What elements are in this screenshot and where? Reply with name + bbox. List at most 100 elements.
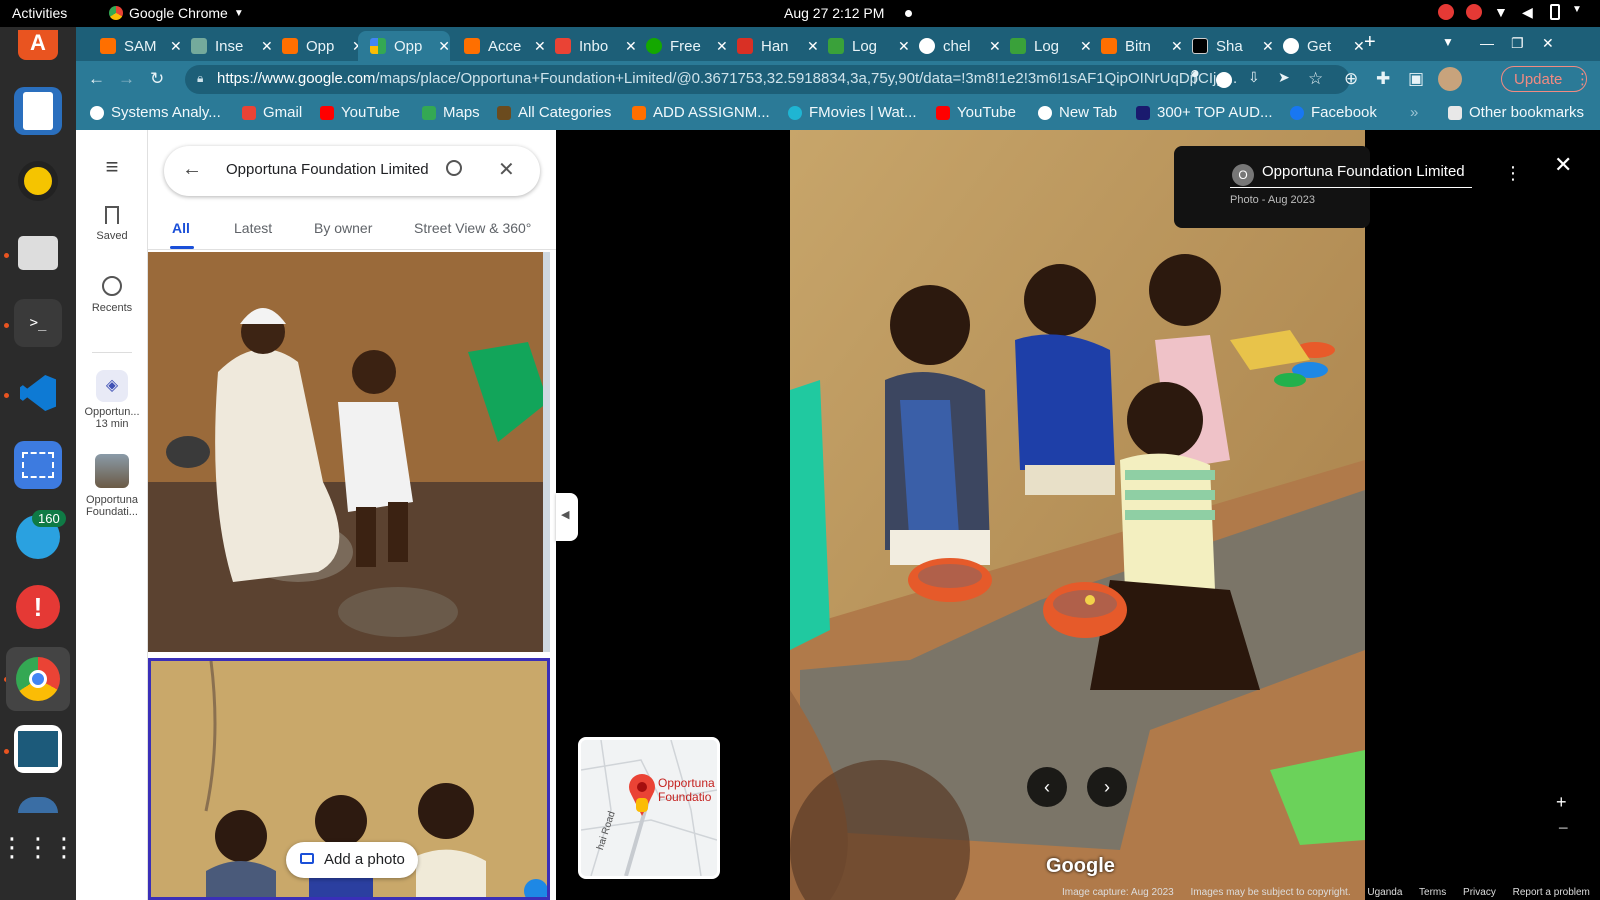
bookmark-item[interactable]: Maps xyxy=(422,104,480,121)
bookmark-item[interactable]: New Tab xyxy=(1038,104,1117,121)
report-problem-link[interactable]: Report a problem xyxy=(1513,887,1590,898)
browser-tab[interactable]: Free ✕ xyxy=(634,31,728,61)
show-apps-icon[interactable]: ⋮⋮⋮ xyxy=(0,823,77,871)
side-panel-icon[interactable]: ▣ xyxy=(1408,69,1424,89)
back-button[interactable]: ← xyxy=(88,69,105,89)
search-input[interactable]: Opportuna Foundation Limited xyxy=(226,161,429,178)
photo-thumbnail[interactable] xyxy=(148,252,550,652)
close-viewer-button[interactable]: ✕ xyxy=(1554,152,1572,178)
browser-tab[interactable]: Sha ✕ xyxy=(1180,31,1274,61)
extensions-icon[interactable]: ✚ xyxy=(1376,69,1390,89)
browser-tab[interactable]: Log ✕ xyxy=(816,31,910,61)
bookmark-item[interactable]: YouTube xyxy=(320,104,400,121)
app-menu[interactable]: Google Chrome ▼ xyxy=(109,5,244,21)
copyright-notice: Images may be subject to copyright. xyxy=(1190,887,1351,898)
bookmark-item[interactable]: FMovies | Wat... xyxy=(788,104,917,121)
restore-button[interactable]: ❐ xyxy=(1511,35,1524,52)
bookmark-item[interactable]: All Categories xyxy=(497,104,611,121)
other-bookmarks[interactable]: Other bookmarks xyxy=(1448,104,1584,121)
close-icon[interactable]: ✕ xyxy=(1353,38,1365,55)
partial-app-icon[interactable] xyxy=(14,797,62,813)
hamburger-menu-icon[interactable]: ≡ xyxy=(76,154,148,180)
software-center-icon[interactable]: A xyxy=(14,27,62,63)
tab-title: SAM xyxy=(124,37,157,55)
screenshot-icon[interactable] xyxy=(14,441,62,489)
recent-place-photo[interactable]: Opportuna Foundati... xyxy=(76,454,148,518)
collapse-panel-button[interactable]: ◀ xyxy=(556,493,578,541)
browser-tab[interactable]: Acce ✕ xyxy=(452,31,546,61)
bookmark-star-icon[interactable]: ☆ xyxy=(1308,69,1323,89)
google-lens-icon[interactable] xyxy=(1216,72,1232,88)
recents-button[interactable]: Recents xyxy=(76,276,148,314)
next-photo-button[interactable]: › xyxy=(1087,767,1127,807)
bookmark-item[interactable]: Systems Analy... xyxy=(90,104,221,121)
search-box[interactable]: ← Opportuna Foundation Limited ✕ xyxy=(164,146,540,196)
browser-tab[interactable]: chel ✕ xyxy=(907,31,1001,61)
region-label[interactable]: Uganda xyxy=(1367,887,1402,898)
place-name-link[interactable]: Opportuna Foundation Limited xyxy=(1262,163,1465,180)
bookmark-item[interactable]: Facebook xyxy=(1290,104,1377,121)
browser-tab[interactable]: Opp✕ xyxy=(270,31,364,61)
more-options-icon[interactable]: ⋮ xyxy=(1504,163,1522,184)
tab-all[interactable]: All xyxy=(172,220,190,236)
browser-tab[interactable]: Inbo ✕ xyxy=(543,31,637,61)
privacy-link[interactable]: Privacy xyxy=(1463,887,1496,898)
photo-viewer[interactable] xyxy=(790,130,1365,900)
bookmark-item[interactable]: YouTube xyxy=(936,104,1016,121)
tab-search-chevron-icon[interactable]: ▼ xyxy=(1442,35,1454,49)
tab-latest[interactable]: Latest xyxy=(234,220,272,236)
overflow-chevron-icon[interactable]: » xyxy=(1410,104,1418,121)
profile-avatar[interactable] xyxy=(1438,67,1462,91)
minimize-button[interactable]: — xyxy=(1480,35,1494,51)
location-pin-icon[interactable]: 📍︎ xyxy=(1186,69,1204,86)
recent-place-directions[interactable]: ◈ Opportun... 13 min xyxy=(76,370,148,430)
owner-avatar[interactable]: O xyxy=(1232,164,1254,186)
address-bar[interactable]: 🔒︎ https://www.google.com/maps/place/Opp… xyxy=(185,65,1350,94)
translate-icon[interactable]: ⊕ xyxy=(1344,69,1358,89)
minimap[interactable]: Opportuna Foundatio hai Road xyxy=(578,737,720,879)
vscode-icon[interactable] xyxy=(14,369,62,417)
bookmark-label: 300+ TOP AUD... xyxy=(1157,104,1273,121)
text-editor-icon[interactable] xyxy=(14,87,62,135)
zoom-in-button[interactable]: + xyxy=(1556,792,1567,813)
chrome-dock-icon[interactable] xyxy=(6,647,70,711)
saved-button[interactable]: Saved xyxy=(76,206,148,242)
tab-street-view[interactable]: Street View & 360° xyxy=(414,220,531,236)
image-viewer-icon[interactable] xyxy=(14,725,62,773)
browser-tab[interactable]: Inse ✕ xyxy=(179,31,273,61)
browser-tab[interactable]: Get ✕ xyxy=(1271,31,1365,61)
system-tray[interactable]: ▼ ◀ ▼ xyxy=(1438,4,1588,20)
zoom-out-button[interactable]: − xyxy=(1558,818,1569,839)
close-icon[interactable]: ✕ xyxy=(438,38,450,55)
bookmark-item[interactable]: Gmail xyxy=(242,104,302,121)
update-button[interactable]: Update ⋮ xyxy=(1501,66,1590,92)
files-icon[interactable] xyxy=(14,229,62,277)
tab-by-owner[interactable]: By owner xyxy=(314,220,372,236)
close-window-button[interactable]: ✕ xyxy=(1542,35,1554,52)
browser-tab[interactable]: SAM ✕ xyxy=(88,31,182,61)
search-icon[interactable] xyxy=(446,160,462,176)
terminal-icon[interactable]: >_ xyxy=(14,299,62,347)
share-icon[interactable]: ➤ xyxy=(1278,69,1290,86)
browser-tab-active[interactable]: Opp ✕ xyxy=(358,31,450,61)
back-arrow-icon[interactable]: ← xyxy=(182,158,202,181)
close-icon[interactable]: ✕ xyxy=(498,157,515,182)
reload-button[interactable]: ↻ xyxy=(150,69,164,89)
bookmark-item[interactable]: ADD ASSIGNM... xyxy=(632,104,770,121)
new-tab-button[interactable]: + xyxy=(1364,31,1376,54)
browser-tab[interactable]: Log ✕ xyxy=(998,31,1092,61)
previous-photo-button[interactable]: ‹ xyxy=(1027,767,1067,807)
maps-icon xyxy=(422,105,436,120)
install-icon[interactable]: ⇩ xyxy=(1248,69,1260,86)
clock[interactable]: Aug 27 2:12 PM xyxy=(784,5,884,21)
browser-tab[interactable]: Han ✕ xyxy=(725,31,819,61)
rhythmbox-icon[interactable] xyxy=(14,157,62,205)
activities-button[interactable]: Activities xyxy=(12,5,67,21)
add-photo-button[interactable]: Add a photo xyxy=(286,842,418,878)
forward-button[interactable]: → xyxy=(118,69,135,89)
minimap-canvas xyxy=(581,740,717,876)
browser-tab[interactable]: Bitn ✕ xyxy=(1089,31,1183,61)
terms-link[interactable]: Terms xyxy=(1419,887,1446,898)
alert-app-icon[interactable]: ! xyxy=(14,583,62,631)
bookmark-item[interactable]: 300+ TOP AUD... xyxy=(1136,104,1273,121)
